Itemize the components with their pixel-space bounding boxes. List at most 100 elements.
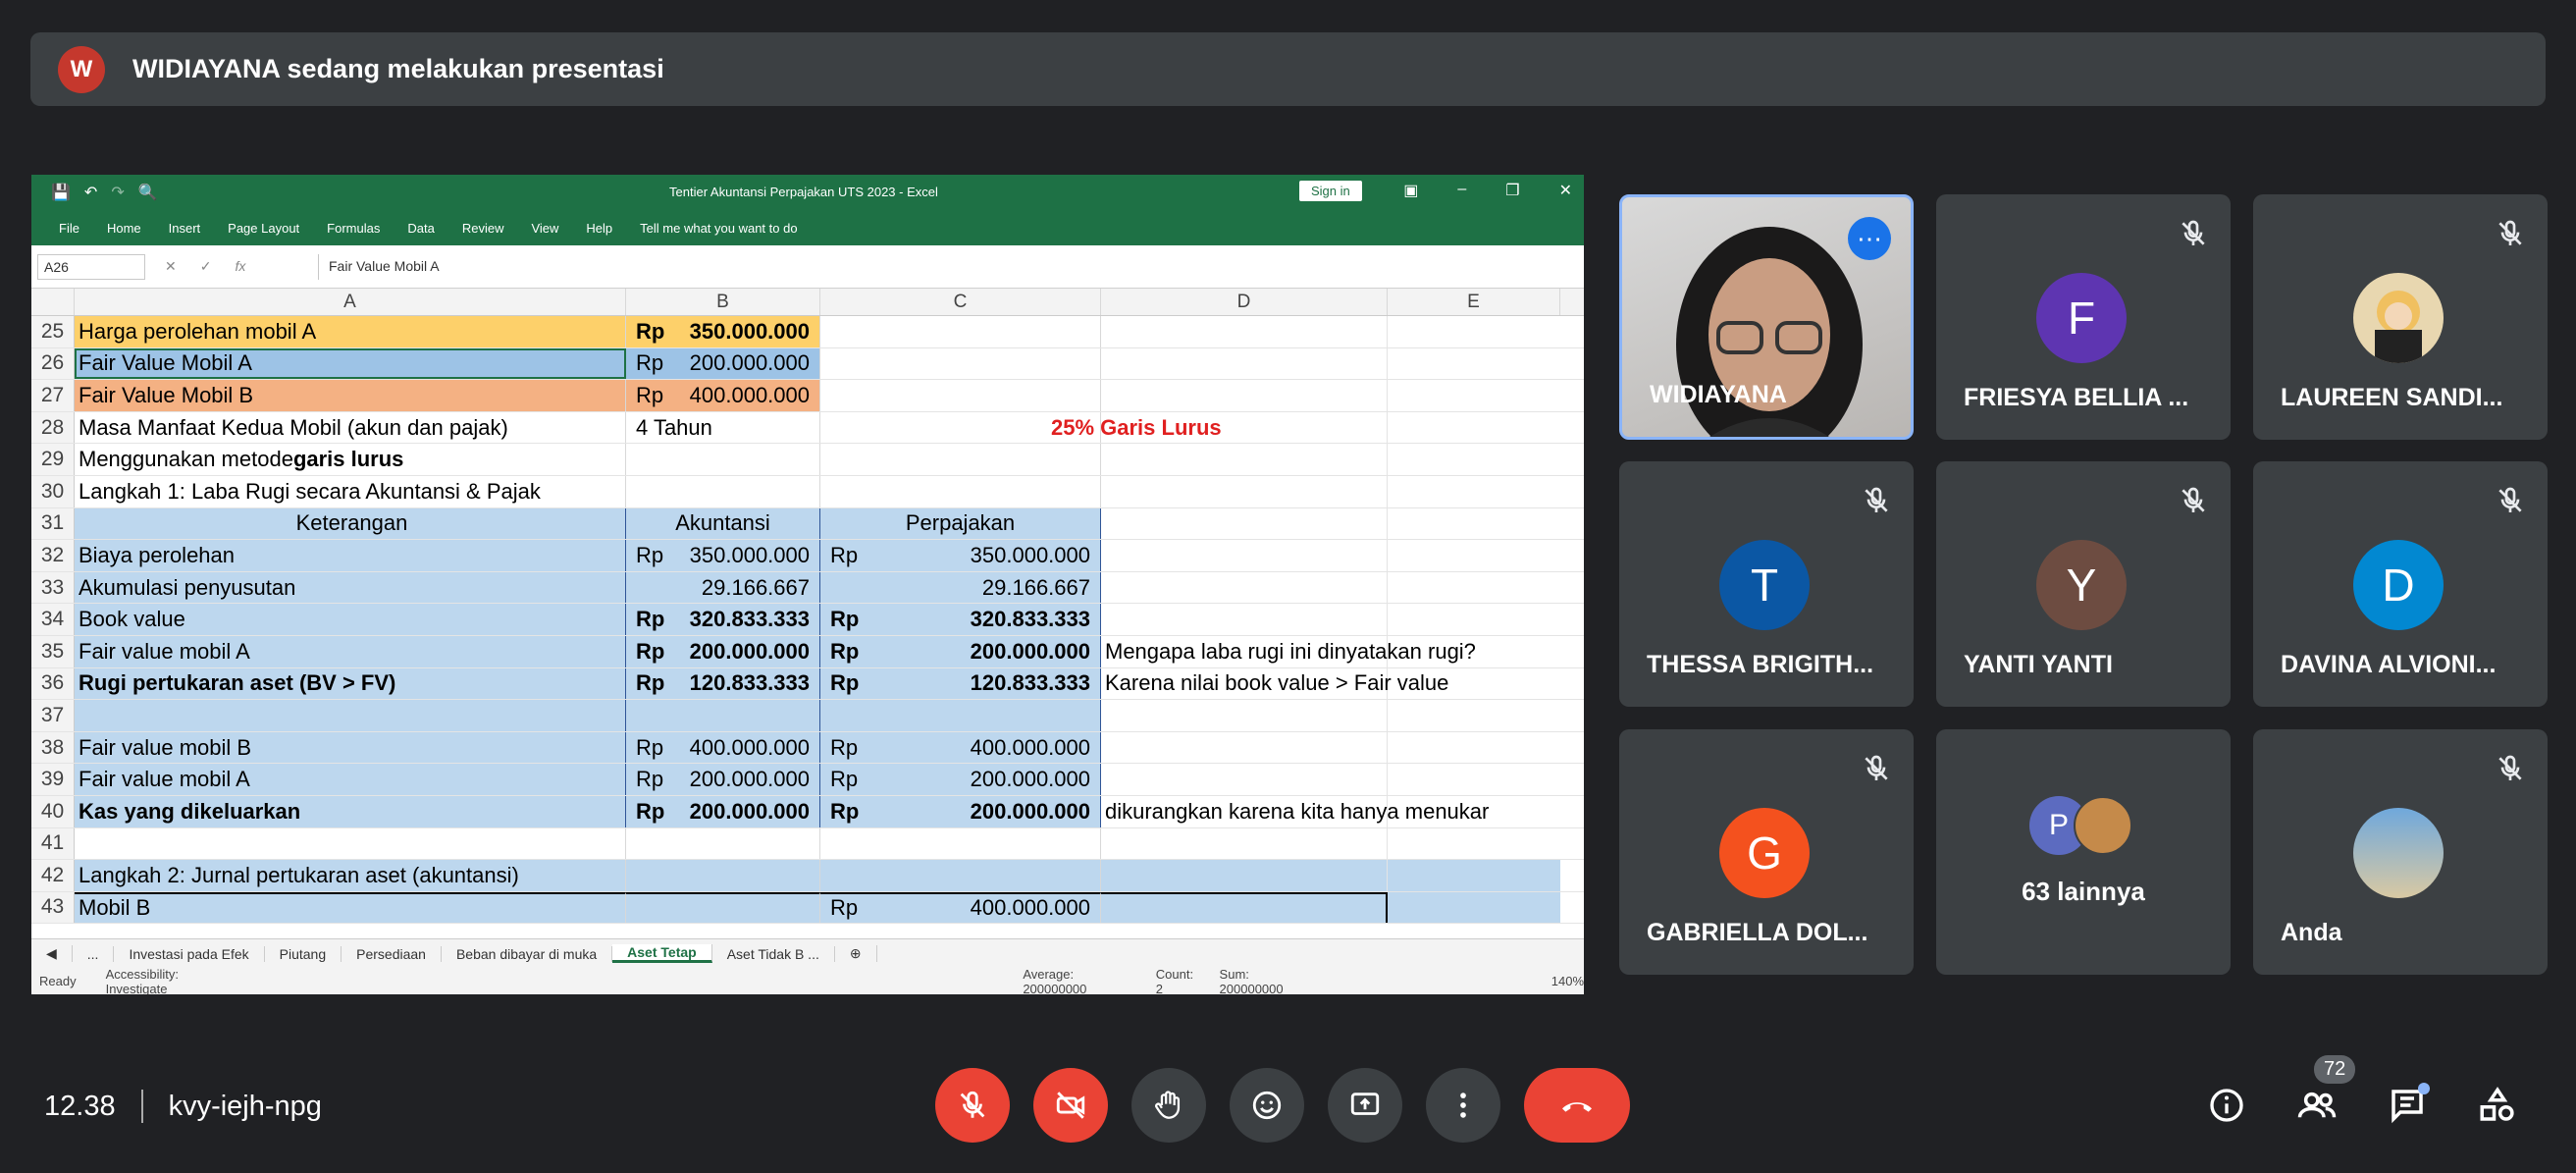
sign-in-button: Sign in	[1299, 181, 1362, 201]
meeting-details-button[interactable]	[2204, 1083, 2249, 1128]
sheet-tabs-bar: ◀ ... Investasi pada Efek Piutang Persed…	[31, 938, 1584, 968]
participant-name: DAVINA ALVIONI...	[2281, 651, 2497, 678]
column-header: B	[626, 289, 820, 315]
camera-toggle-button[interactable]	[1033, 1068, 1108, 1143]
sheet-row: 42 Langkah 2: Jurnal pertukaran aset (ak…	[31, 860, 1584, 892]
sheet-tab: Piutang	[265, 945, 342, 962]
participant-tile[interactable]: G GABRIELLA DOL...	[1619, 729, 1914, 975]
participant-avatar: D	[2353, 540, 2444, 630]
participant-tile[interactable]: D DAVINA ALVIONI...	[2253, 461, 2548, 707]
presenter-avatar: W	[58, 45, 105, 93]
sheet-row: 41	[31, 827, 1584, 861]
sheet-row: 31 Keterangan Akuntansi Perpajakan	[31, 507, 1584, 541]
sheet-row: 32 Biaya perolehan Rp 350.000.000 Rp 350.0…	[31, 540, 1584, 572]
mic-toggle-button[interactable]	[935, 1068, 1010, 1143]
ribbon-tab: File	[59, 220, 79, 236]
participant-name: THESSA BRIGITH...	[1647, 651, 1874, 678]
ribbon-tab: Data	[407, 220, 435, 236]
ribbon-tab: Home	[106, 220, 141, 236]
sheet-row: 38 Fair value mobil B Rp 400.000.000 Rp 40…	[31, 731, 1584, 765]
activities-button[interactable]	[2475, 1083, 2520, 1128]
raise-hand-button[interactable]	[1131, 1068, 1206, 1143]
participant-avatar: F	[2036, 273, 2127, 363]
present-screen-button[interactable]	[1328, 1068, 1402, 1143]
more-vert-icon	[1460, 1093, 1466, 1118]
sheet-row: 30 Langkah 1: Laba Rugi secara Akuntansi…	[31, 475, 1584, 508]
redo-icon: ↷	[111, 185, 125, 201]
ribbon-tab: Page Layout	[228, 220, 300, 236]
hand-icon	[1155, 1091, 1181, 1119]
participant-tile[interactable]: T THESSA BRIGITH...	[1619, 461, 1914, 707]
excel-titlebar: 💾 ↶ ↷ 🔍 Tentier Akuntansi Perpajakan UTS…	[31, 175, 1584, 210]
formula-bar: A26 ✕ ✓ fx Fair Value Mobil A	[31, 245, 1584, 289]
tell-me-search: Tell me what you want to do	[640, 220, 798, 236]
meeting-code: kvy-iejh-npg	[168, 1090, 322, 1122]
sheet-tab: Beban dibayar di muka	[442, 945, 613, 962]
save-icon: 💾	[51, 185, 71, 201]
more-participants-label: 63 lainnya	[2022, 877, 2145, 906]
hang-up-icon	[1562, 1102, 1592, 1112]
cancel-icon: ✕	[165, 258, 177, 274]
column-header: A	[75, 289, 626, 315]
function-icon: fx	[235, 258, 246, 274]
mic-off-icon	[1865, 487, 1888, 512]
participant-tile[interactable]: F FRIESYA BELLIA ...	[1936, 194, 2231, 440]
print-preview-icon: 🔍	[137, 185, 158, 201]
sheet-tab: Aset Tidak B ...	[712, 945, 835, 962]
scroll-left-icon: ◀	[31, 945, 73, 962]
column-header: D	[1101, 289, 1388, 315]
sheet-tab: ...	[73, 945, 115, 962]
ribbon-display-icon: ▣	[1403, 183, 1419, 199]
minimize-icon: –	[1457, 181, 1467, 197]
participant-avatar: G	[1719, 808, 1810, 898]
enter-icon: ✓	[199, 258, 212, 274]
meeting-info: 12.38 kvy-iejh-npg	[44, 1090, 322, 1123]
formula-value: Fair Value Mobil A	[318, 254, 1564, 280]
participant-count-badge: 72	[2314, 1055, 2356, 1084]
presentation-banner-text: WIDIAYANA sedang melakukan presentasi	[132, 54, 664, 83]
more-options-button[interactable]	[1426, 1068, 1500, 1143]
name-box: A26	[37, 253, 145, 280]
mic-off-icon	[2498, 220, 2522, 245]
participant-tile[interactable]: LAUREEN SANDI...	[2253, 194, 2548, 440]
people-button[interactable]: 72	[2294, 1055, 2356, 1128]
ribbon-tab: Help	[586, 220, 613, 236]
sheet-row: 39 Fair value mobil A Rp 200.000.000 Rp 20…	[31, 764, 1584, 796]
leave-call-button[interactable]	[1524, 1068, 1630, 1143]
spreadsheet-grid: 25 Harga perolehan mobil A Rp 350.000.000…	[31, 316, 1584, 925]
undo-icon: ↶	[83, 185, 98, 201]
chat-button[interactable]	[2385, 1083, 2430, 1128]
shared-screen-excel: 💾 ↶ ↷ 🔍 Tentier Akuntansi Perpajakan UTS…	[31, 175, 1584, 994]
chat-unread-dot	[2418, 1083, 2430, 1094]
sheet-row: 29 Menggunakan metode garis lurus	[31, 444, 1584, 476]
mic-off-icon	[960, 1091, 985, 1118]
participant-tile-self[interactable]: Anda	[2253, 729, 2548, 975]
emoji-button[interactable]	[1230, 1068, 1304, 1143]
ribbon-tab: Review	[461, 220, 504, 236]
more-participants-tile[interactable]: P 63 lainnya	[1936, 729, 2231, 975]
restore-icon: ❐	[1505, 183, 1520, 199]
participant-tile-widiayana[interactable]: ⋯ WIDIAYANA	[1619, 194, 1914, 440]
people-icon	[2297, 1092, 2337, 1118]
participant-avatar-image	[2353, 273, 2444, 363]
sheet-row: 26 Fair Value Mobil A Rp 200.000.000	[31, 347, 1584, 381]
camera-off-icon	[1056, 1092, 1085, 1119]
more-options-icon[interactable]: ⋯	[1848, 217, 1891, 260]
quick-access-toolbar: 💾 ↶ ↷ 🔍	[51, 183, 158, 202]
mic-off-icon	[2498, 487, 2522, 512]
sheet-row: 27 Fair Value Mobil B Rp 400.000.000	[31, 380, 1584, 412]
sheet-row: 40 Kas yang dikeluarkan Rp 200.000.000 Rp…	[31, 795, 1584, 828]
close-icon: ✕	[1558, 183, 1572, 199]
mic-off-icon	[2182, 220, 2205, 245]
participant-avatar: T	[1719, 540, 1810, 630]
activities-icon	[2480, 1087, 2514, 1121]
sheet-tab: Investasi pada Efek	[114, 945, 265, 962]
participant-name: LAUREEN SANDI...	[2281, 384, 2503, 411]
participant-name: WIDIAYANA	[1650, 381, 1787, 408]
participant-avatar-image	[2074, 796, 2132, 855]
ribbon-tab: Formulas	[327, 220, 381, 236]
sheet-row: 36 Rugi pertukaran aset (BV > FV) Rp 120.…	[31, 667, 1584, 701]
mic-off-icon	[2182, 487, 2205, 512]
participant-tile[interactable]: Y YANTI YANTI	[1936, 461, 2231, 707]
ribbon-tab: Insert	[168, 220, 201, 236]
